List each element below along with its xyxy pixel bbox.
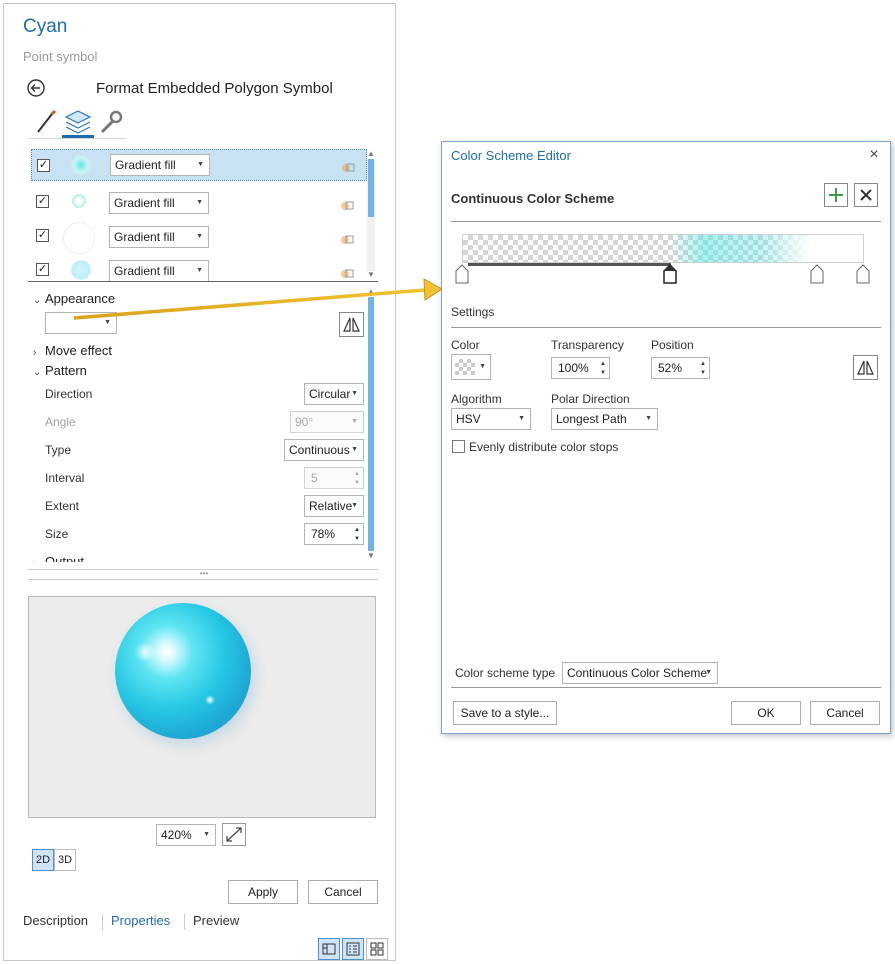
polar-direction-dropdown[interactable]: Longest Path ▼ [551,408,658,430]
selected-range-line [468,263,671,266]
plus-icon [829,188,843,202]
transparent-swatch [455,359,475,375]
evenly-distribute-checkbox[interactable] [452,440,465,453]
flip-icon [857,360,874,375]
scheme-type-dropdown[interactable]: Continuous Color Scheme ▼ [562,662,718,684]
ok-button[interactable]: OK [731,701,801,725]
color-stop-4[interactable] [856,264,870,284]
color-stop-3[interactable] [810,264,824,284]
color-label: Color [451,338,480,352]
transparency-label: Transparency [551,338,624,352]
dialog-close-button[interactable]: × [866,146,882,164]
evenly-distribute-label: Evenly distribute color stops [469,440,619,454]
color-stop-1[interactable] [455,264,469,284]
dialog-cancel-button[interactable]: Cancel [810,701,880,725]
algorithm-label: Algorithm [451,392,502,406]
close-icon: × [869,146,879,163]
settings-label: Settings [451,305,495,319]
dialog-title: Color Scheme Editor [451,148,571,163]
remove-stop-button[interactable] [854,183,878,207]
color-scheme-editor-dialog: Color Scheme Editor × Continuous Color S… [441,141,891,734]
save-to-style-button[interactable]: Save to a style... [453,701,557,725]
add-stop-button[interactable] [824,183,848,207]
algorithm-dropdown[interactable]: HSV ▼ [451,408,531,430]
scheme-type-label: Color scheme type [455,666,556,680]
position-spinner[interactable]: 52% ▲ ▼ [651,357,710,379]
color-stop-2-selected[interactable] [663,264,677,284]
flip-ramp-button[interactable] [853,355,878,380]
delete-icon [860,189,872,201]
position-label: Position [651,338,694,352]
polar-direction-label: Polar Direction [551,392,630,406]
color-ramp-bar[interactable] [462,234,864,263]
scheme-title: Continuous Color Scheme [451,191,615,206]
transparency-spinner[interactable]: 100% ▲ ▼ [551,357,610,379]
color-picker-dropdown[interactable]: ▼ [451,354,491,380]
